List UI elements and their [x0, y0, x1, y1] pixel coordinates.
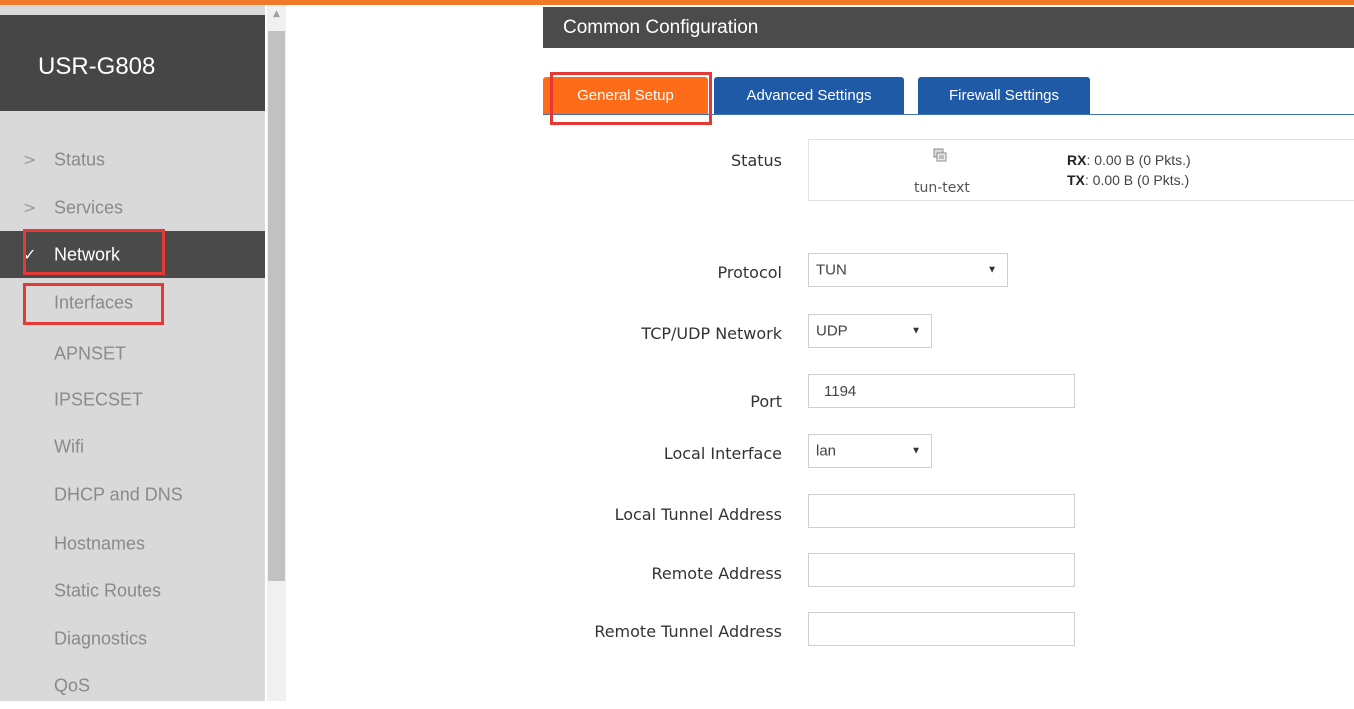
local-interface-label: Local Interface	[663, 444, 782, 463]
remote-address-label: Remote Address	[651, 564, 782, 583]
status-box: tun-text RX: 0.00 B (0 Pkts.) TX: 0.00 B…	[808, 139, 1354, 201]
local-interface-select[interactable]: lan ▼	[808, 434, 932, 468]
tab-firewall-settings[interactable]: Firewall Settings	[918, 77, 1090, 114]
interface-name: tun-text	[914, 180, 970, 196]
sidebar-subitem-static-routes[interactable]: Static Routes	[0, 568, 265, 614]
scroll-up-arrow-icon[interactable]: ▲	[267, 9, 286, 23]
sidebar-subitem-ipsecset[interactable]: IPSECSET	[0, 377, 265, 423]
protocol-select[interactable]: TUN ▼	[808, 253, 1008, 287]
local-tunnel-label: Local Tunnel Address	[614, 505, 782, 524]
sidebar-subitem-dhcp-dns[interactable]: DHCP and DNS	[0, 472, 265, 518]
sidebar-subitem-hostnames[interactable]: Hostnames	[0, 521, 265, 567]
remote-tunnel-label: Remote Tunnel Address	[594, 622, 782, 641]
rx-label: RX	[1067, 152, 1087, 168]
tx-label: TX	[1067, 172, 1085, 188]
network-value: UDP	[816, 322, 848, 340]
brand-header: USR-G808	[0, 15, 265, 111]
sidebar-subitem-label: Hostnames	[54, 533, 146, 554]
port-label: Port	[750, 392, 782, 411]
rx-value: : 0.00 B (0 Pkts.)	[1086, 152, 1191, 168]
sidebar-subitem-wifi[interactable]: Wifi	[0, 424, 265, 470]
network-interface-icon	[933, 148, 947, 162]
sidebar-subitem-apnset[interactable]: APNSET	[0, 331, 265, 377]
brand-title: USR-G808	[38, 53, 156, 80]
protocol-label: Protocol	[717, 263, 782, 282]
sidebar-item-status[interactable]: > Status	[0, 137, 265, 183]
sidebar-subitem-label: APNSET	[54, 343, 127, 364]
sidebar-item-label: Network	[54, 244, 121, 264]
sidebar-subitem-label: QoS	[54, 675, 91, 696]
network-select[interactable]: UDP ▼	[808, 314, 932, 348]
status-label: Status	[731, 151, 782, 170]
content-header: Common Configuration	[543, 7, 1354, 48]
tab-underline	[543, 114, 1354, 115]
tab-general-setup[interactable]: General Setup	[543, 77, 708, 114]
sidebar-item-label: Services	[54, 197, 124, 218]
sidebar-item-label: Status	[54, 149, 106, 170]
sidebar-subitem-label: Static Routes	[54, 580, 162, 601]
page-title: Common Configuration	[563, 16, 759, 38]
network-label: TCP/UDP Network	[641, 324, 782, 343]
sidebar-scrollbar[interactable]: ▲	[267, 5, 286, 701]
scroll-thumb[interactable]	[268, 31, 285, 581]
sidebar-subitem-label: IPSECSET	[54, 389, 144, 410]
sidebar-subitem-label: Interfaces	[54, 292, 134, 313]
sidebar-subitem-diagnostics[interactable]: Diagnostics	[0, 616, 265, 662]
remote-address-input[interactable]	[808, 553, 1075, 587]
chevron-right-icon: >	[23, 150, 37, 170]
chevron-right-icon: >	[23, 198, 37, 218]
local-interface-value: lan	[816, 442, 837, 460]
dropdown-arrow-icon: ▼	[911, 325, 921, 337]
sidebar-subitem-label: Wifi	[54, 436, 84, 457]
local-tunnel-input[interactable]	[808, 494, 1075, 528]
sidebar-subitem-label: Diagnostics	[54, 628, 148, 649]
sidebar-item-network[interactable]: ✓ Network	[0, 231, 265, 278]
tab-advanced-settings[interactable]: Advanced Settings	[714, 77, 904, 114]
sidebar-item-services[interactable]: > Services	[0, 185, 265, 231]
sidebar: USR-G808 > Status > Services ✓ Network I…	[0, 5, 265, 701]
dropdown-arrow-icon: ▼	[987, 264, 997, 276]
remote-tunnel-input[interactable]	[808, 612, 1075, 646]
sidebar-subitem-interfaces[interactable]: Interfaces	[0, 280, 265, 326]
checkmark-icon: ✓	[23, 244, 37, 264]
port-input[interactable]	[808, 374, 1075, 408]
protocol-value: TUN	[816, 261, 847, 279]
dropdown-arrow-icon: ▼	[911, 445, 921, 457]
rx-stats: RX: 0.00 B (0 Pkts.)	[1067, 152, 1191, 168]
sidebar-subitem-qos[interactable]: QoS	[0, 663, 265, 709]
tx-stats: TX: 0.00 B (0 Pkts.)	[1067, 172, 1189, 188]
tx-value: : 0.00 B (0 Pkts.)	[1084, 172, 1190, 188]
sidebar-subitem-label: DHCP and DNS	[54, 484, 183, 505]
